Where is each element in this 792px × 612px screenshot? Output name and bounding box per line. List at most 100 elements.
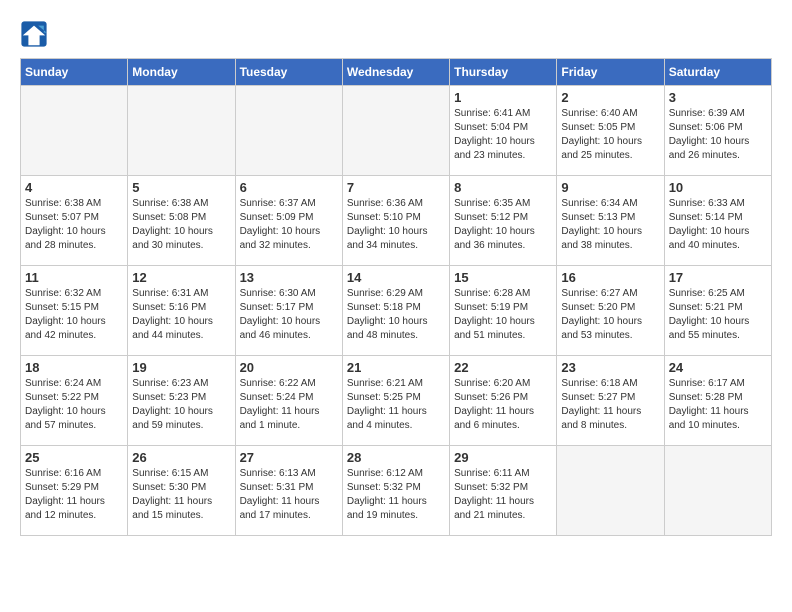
weekday-friday: Friday (557, 59, 664, 86)
day-number: 1 (454, 90, 552, 105)
calendar-cell (21, 86, 128, 176)
cell-info: Sunrise: 6:30 AM Sunset: 5:17 PM Dayligh… (240, 287, 338, 343)
cell-info: Sunrise: 6:29 AM Sunset: 5:18 PM Dayligh… (347, 287, 445, 343)
calendar-cell: 20 Sunrise: 6:22 AM Sunset: 5:24 PM Dayli… (235, 356, 342, 446)
calendar-cell (342, 86, 449, 176)
cell-info: Sunrise: 6:24 AM Sunset: 5:22 PM Dayligh… (25, 377, 123, 433)
day-number: 16 (561, 270, 659, 285)
cell-info: Sunrise: 6:35 AM Sunset: 5:12 PM Dayligh… (454, 197, 552, 253)
day-number: 22 (454, 360, 552, 375)
page-header (20, 20, 772, 48)
cell-info: Sunrise: 6:34 AM Sunset: 5:13 PM Dayligh… (561, 197, 659, 253)
cell-info: Sunrise: 6:12 AM Sunset: 5:32 PM Dayligh… (347, 467, 445, 523)
calendar-cell: 7Sunrise: 6:36 AM Sunset: 5:10 PM Daylig… (342, 176, 449, 266)
day-number: 18 (25, 360, 123, 375)
calendar-cell: 10Sunrise: 6:33 AM Sunset: 5:14 PM Dayli… (664, 176, 771, 266)
day-number: 13 (240, 270, 338, 285)
day-number: 8 (454, 180, 552, 195)
day-number: 29 (454, 450, 552, 465)
calendar-cell: 2 Sunrise: 6:40 AM Sunset: 5:05 PM Daylig… (557, 86, 664, 176)
day-number: 26 (132, 450, 230, 465)
cell-info: Sunrise: 6:38 AM Sunset: 5:07 PM Dayligh… (25, 197, 123, 253)
calendar-cell: 16 Sunrise: 6:27 AM Sunset: 5:20 PM Dayli… (557, 266, 664, 356)
calendar-week-4: 18 Sunrise: 6:24 AM Sunset: 5:22 PM Dayli… (21, 356, 772, 446)
calendar-cell: 18 Sunrise: 6:24 AM Sunset: 5:22 PM Dayli… (21, 356, 128, 446)
calendar-cell (557, 446, 664, 536)
day-number: 14 (347, 270, 445, 285)
cell-info: Sunrise: 6:27 AM Sunset: 5:20 PM Dayligh… (561, 287, 659, 343)
day-number: 11 (25, 270, 123, 285)
cell-info: Sunrise: 6:16 AM Sunset: 5:29 PM Dayligh… (25, 467, 123, 523)
cell-info: Sunrise: 6:18 AM Sunset: 5:27 PM Dayligh… (561, 377, 659, 433)
calendar-week-3: 11 Sunrise: 6:32 AM Sunset: 5:15 PM Dayli… (21, 266, 772, 356)
cell-info: Sunrise: 6:40 AM Sunset: 5:05 PM Dayligh… (561, 107, 659, 163)
day-number: 9 (561, 180, 659, 195)
cell-info: Sunrise: 6:20 AM Sunset: 5:26 PM Dayligh… (454, 377, 552, 433)
day-number: 12 (132, 270, 230, 285)
cell-info: Sunrise: 6:39 AM Sunset: 5:06 PM Dayligh… (669, 107, 767, 163)
weekday-monday: Monday (128, 59, 235, 86)
calendar-week-5: 25 Sunrise: 6:16 AM Sunset: 5:29 PM Dayli… (21, 446, 772, 536)
calendar-cell: 6Sunrise: 6:37 AM Sunset: 5:09 PM Daylig… (235, 176, 342, 266)
weekday-thursday: Thursday (450, 59, 557, 86)
calendar-cell: 17 Sunrise: 6:25 AM Sunset: 5:21 PM Dayli… (664, 266, 771, 356)
calendar-cell: 25 Sunrise: 6:16 AM Sunset: 5:29 PM Dayli… (21, 446, 128, 536)
weekday-wednesday: Wednesday (342, 59, 449, 86)
calendar-cell: 24 Sunrise: 6:17 AM Sunset: 5:28 PM Dayli… (664, 356, 771, 446)
calendar-cell: 28Sunrise: 6:12 AM Sunset: 5:32 PM Dayli… (342, 446, 449, 536)
calendar-cell: 3 Sunrise: 6:39 AM Sunset: 5:06 PM Daylig… (664, 86, 771, 176)
day-number: 2 (561, 90, 659, 105)
day-number: 17 (669, 270, 767, 285)
calendar-cell: 14 Sunrise: 6:29 AM Sunset: 5:18 PM Dayli… (342, 266, 449, 356)
cell-info: Sunrise: 6:23 AM Sunset: 5:23 PM Dayligh… (132, 377, 230, 433)
calendar-week-2: 4 Sunrise: 6:38 AM Sunset: 5:07 PM Daylig… (21, 176, 772, 266)
cell-info: Sunrise: 6:32 AM Sunset: 5:15 PM Dayligh… (25, 287, 123, 343)
day-number: 25 (25, 450, 123, 465)
calendar-cell: 19 Sunrise: 6:23 AM Sunset: 5:23 PM Dayli… (128, 356, 235, 446)
cell-info: Sunrise: 6:21 AM Sunset: 5:25 PM Dayligh… (347, 377, 445, 433)
day-number: 20 (240, 360, 338, 375)
day-number: 27 (240, 450, 338, 465)
calendar-cell: 29Sunrise: 6:11 AM Sunset: 5:32 PM Dayli… (450, 446, 557, 536)
calendar-cell: 1 Sunrise: 6:41 AM Sunset: 5:04 PM Daylig… (450, 86, 557, 176)
calendar-cell (235, 86, 342, 176)
calendar-cell: 26 Sunrise: 6:15 AM Sunset: 5:30 PM Dayli… (128, 446, 235, 536)
day-number: 15 (454, 270, 552, 285)
day-number: 3 (669, 90, 767, 105)
day-number: 5 (132, 180, 230, 195)
cell-info: Sunrise: 6:13 AM Sunset: 5:31 PM Dayligh… (240, 467, 338, 523)
calendar-table: SundayMondayTuesdayWednesdayThursdayFrid… (20, 58, 772, 536)
calendar-cell: 9 Sunrise: 6:34 AM Sunset: 5:13 PM Daylig… (557, 176, 664, 266)
day-number: 21 (347, 360, 445, 375)
day-number: 24 (669, 360, 767, 375)
weekday-header-row: SundayMondayTuesdayWednesdayThursdayFrid… (21, 59, 772, 86)
cell-info: Sunrise: 6:41 AM Sunset: 5:04 PM Dayligh… (454, 107, 552, 163)
weekday-tuesday: Tuesday (235, 59, 342, 86)
calendar-cell: 23Sunrise: 6:18 AM Sunset: 5:27 PM Dayli… (557, 356, 664, 446)
cell-info: Sunrise: 6:22 AM Sunset: 5:24 PM Dayligh… (240, 377, 338, 433)
calendar-cell: 15 Sunrise: 6:28 AM Sunset: 5:19 PM Dayli… (450, 266, 557, 356)
calendar-cell: 5 Sunrise: 6:38 AM Sunset: 5:08 PM Daylig… (128, 176, 235, 266)
calendar-cell: 27 Sunrise: 6:13 AM Sunset: 5:31 PM Dayli… (235, 446, 342, 536)
calendar-cell: 4 Sunrise: 6:38 AM Sunset: 5:07 PM Daylig… (21, 176, 128, 266)
calendar-cell (664, 446, 771, 536)
cell-info: Sunrise: 6:25 AM Sunset: 5:21 PM Dayligh… (669, 287, 767, 343)
cell-info: Sunrise: 6:28 AM Sunset: 5:19 PM Dayligh… (454, 287, 552, 343)
calendar-cell: 12Sunrise: 6:31 AM Sunset: 5:16 PM Dayli… (128, 266, 235, 356)
calendar-cell: 8 Sunrise: 6:35 AM Sunset: 5:12 PM Daylig… (450, 176, 557, 266)
calendar-week-1: 1 Sunrise: 6:41 AM Sunset: 5:04 PM Daylig… (21, 86, 772, 176)
day-number: 4 (25, 180, 123, 195)
day-number: 19 (132, 360, 230, 375)
calendar-cell (128, 86, 235, 176)
day-number: 10 (669, 180, 767, 195)
cell-info: Sunrise: 6:15 AM Sunset: 5:30 PM Dayligh… (132, 467, 230, 523)
calendar-cell: 11 Sunrise: 6:32 AM Sunset: 5:15 PM Dayli… (21, 266, 128, 356)
weekday-sunday: Sunday (21, 59, 128, 86)
day-number: 7 (347, 180, 445, 195)
cell-info: Sunrise: 6:38 AM Sunset: 5:08 PM Dayligh… (132, 197, 230, 253)
cell-info: Sunrise: 6:17 AM Sunset: 5:28 PM Dayligh… (669, 377, 767, 433)
calendar-cell: 21 Sunrise: 6:21 AM Sunset: 5:25 PM Dayli… (342, 356, 449, 446)
calendar-cell: 13 Sunrise: 6:30 AM Sunset: 5:17 PM Dayli… (235, 266, 342, 356)
logo (20, 20, 52, 48)
calendar-cell: 22 Sunrise: 6:20 AM Sunset: 5:26 PM Dayli… (450, 356, 557, 446)
